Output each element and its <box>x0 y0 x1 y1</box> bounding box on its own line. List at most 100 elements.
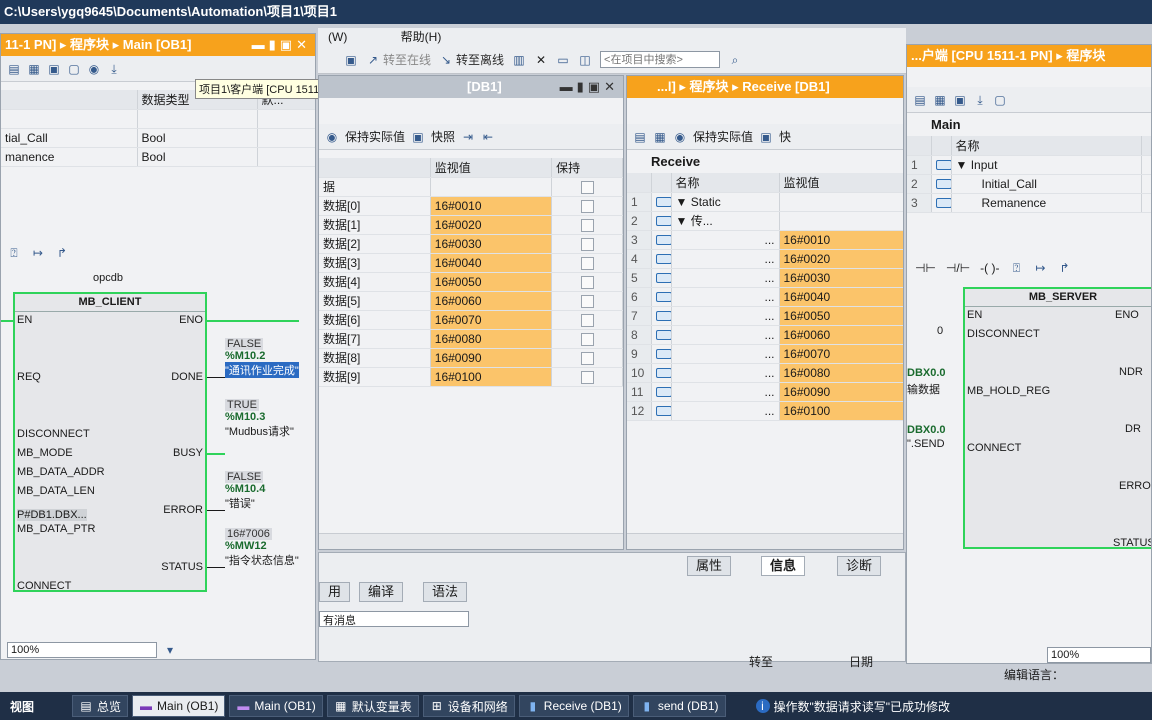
load-values-icon[interactable]: ⇤ <box>481 130 495 144</box>
table-row[interactable]: 2 Initial_Call <box>907 174 1151 194</box>
accessible-devices-icon[interactable]: ▥ <box>512 53 526 67</box>
table-row[interactable]: 1 ▼ Static <box>627 192 903 212</box>
task-receive-db1[interactable]: ▮ Receive (DB1) <box>518 695 629 717</box>
subtab-compile[interactable]: 编译 <box>359 582 404 602</box>
disconnect-value[interactable]: 0 <box>937 325 943 337</box>
retain-checkbox[interactable] <box>580 332 594 346</box>
snapshot-icon[interactable]: ▣ <box>411 130 425 144</box>
table-row[interactable]: 8... 16#0060 <box>627 325 903 345</box>
retain-checkbox[interactable] <box>580 237 594 251</box>
tab-diagnostics[interactable]: 诊断 <box>837 556 882 576</box>
add-row-icon[interactable]: ▦ <box>933 93 947 107</box>
table-row[interactable]: 11... 16#0090 <box>627 382 903 402</box>
subtab-syntax[interactable]: 语法 <box>423 582 468 602</box>
go-offline-button[interactable]: ↘ 转至离线 <box>439 51 504 68</box>
comment-icon[interactable]: ▢ <box>67 62 81 76</box>
table-row[interactable]: 12... 16#0100 <box>627 401 903 421</box>
table-row[interactable]: 数据[1] 16#0020 <box>319 215 623 235</box>
retain-checkbox[interactable] <box>580 275 594 289</box>
chevron-down-icon[interactable]: ▾ <box>163 643 177 657</box>
box-icon[interactable]: ⍰ <box>7 246 21 260</box>
tag-done[interactable]: FALSE %M10.2 "通讯作业完成" <box>225 338 299 378</box>
nc-contact-icon[interactable]: ⊣/⊢ <box>946 261 970 275</box>
table-row[interactable]: 3... 16#0010 <box>627 230 903 250</box>
monitor-all-icon[interactable]: ◉ <box>325 130 339 144</box>
comment-icon[interactable]: ▢ <box>993 93 1007 107</box>
snapshot-button[interactable]: 快照 <box>431 128 455 145</box>
menu-help[interactable]: 帮助(H) <box>401 30 442 44</box>
send-hscrollbar[interactable] <box>319 533 623 549</box>
tag-busy[interactable]: TRUE %M10.3 "Mudbus请求" <box>225 399 294 439</box>
retain-checkbox[interactable] <box>580 351 594 365</box>
table-row[interactable]: 数据[6] 16#0070 <box>319 310 623 330</box>
task-main-ob1[interactable]: ▬ Main (OB1) <box>229 695 323 717</box>
table-row[interactable]: 数据[7] 16#0080 <box>319 329 623 349</box>
table-row[interactable]: 6... 16#0040 <box>627 287 903 307</box>
table-row[interactable]: 数据[2] 16#0030 <box>319 234 623 254</box>
table-row[interactable]: 10... 16#0080 <box>627 363 903 383</box>
retain-checkbox[interactable] <box>580 294 594 308</box>
split-horizontal-icon[interactable]: ▭ <box>556 53 570 67</box>
send-window-controls[interactable]: ▬▮▣✕ <box>560 76 619 98</box>
table-row[interactable]: 数据[3] 16#0040 <box>319 253 623 273</box>
add-row-icon[interactable]: ▦ <box>27 62 41 76</box>
coil-icon[interactable]: -( )- <box>980 261 999 275</box>
table-row[interactable]: 数据[9] 16#0100 <box>319 367 623 387</box>
table-row[interactable]: 4... 16#0020 <box>627 249 903 269</box>
retain-checkbox[interactable] <box>580 218 594 232</box>
box-icon[interactable]: ⍰ <box>1009 261 1023 275</box>
tag-status[interactable]: 16#7006 %MW12 "指令状态信息" <box>225 528 299 568</box>
save-icon[interactable]: ▣ <box>344 53 358 67</box>
network-icon[interactable]: ▣ <box>953 93 967 107</box>
retain-checkbox[interactable] <box>580 256 594 270</box>
task-send-db1[interactable]: ▮ send (DB1) <box>632 695 726 717</box>
open-branch-icon[interactable]: ↦ <box>31 246 45 260</box>
task-devices-networks[interactable]: ⊞ 设备和网络 <box>422 695 515 717</box>
mb-server-block[interactable]: MB_SERVER EN DISCONNECT MB_HOLD_REG CONN… <box>963 287 1151 549</box>
close-x-icon[interactable]: ✕ <box>534 53 548 67</box>
right-zoom-select[interactable]: 100% <box>1047 647 1151 663</box>
copy-snapshot-icon[interactable]: ⇥ <box>461 130 475 144</box>
window-controls[interactable]: ▬▮▣✕ <box>252 34 311 56</box>
retain-checkbox[interactable] <box>580 370 594 384</box>
table-row[interactable]: 9... 16#0070 <box>627 344 903 364</box>
close-branch-icon[interactable]: ↱ <box>1057 261 1071 275</box>
add-row-icon[interactable]: ▦ <box>653 130 667 144</box>
receive-hscrollbar[interactable] <box>627 533 903 549</box>
insert-row-icon[interactable]: ▤ <box>633 130 647 144</box>
table-row[interactable]: 数据[8] 16#0090 <box>319 348 623 368</box>
monitor-all-icon[interactable]: ◉ <box>673 130 687 144</box>
split-vertical-icon[interactable]: ◫ <box>578 53 592 67</box>
snapshot-icon[interactable]: ▣ <box>759 130 773 144</box>
table-row[interactable]: 5... 16#0030 <box>627 268 903 288</box>
tab-info[interactable]: 信息 <box>761 556 806 576</box>
left-zoom-select[interactable]: 100% <box>7 642 157 658</box>
task-main-ob1-active[interactable]: ▬ Main (OB1) <box>132 695 226 717</box>
message-filter-select[interactable]: 有消息 <box>319 611 469 627</box>
table-row[interactable]: 数据[0] 16#0010 <box>319 196 623 216</box>
insert-row-icon[interactable]: ▤ <box>7 62 21 76</box>
project-search-input[interactable] <box>600 51 721 68</box>
download-icon[interactable]: ⤓ <box>107 62 121 76</box>
open-branch-icon[interactable]: ↦ <box>1033 261 1047 275</box>
receive-keep-actual-button[interactable]: 保持实际值 <box>693 128 753 145</box>
tag-error[interactable]: FALSE %M10.4 "错误" <box>225 471 265 511</box>
network-icon[interactable]: ▣ <box>47 62 61 76</box>
table-row[interactable]: 1 ▼ Input <box>907 155 1151 175</box>
retain-checkbox[interactable] <box>580 199 594 213</box>
subtab-general[interactable]: 用 <box>319 582 351 602</box>
retain-checkbox[interactable] <box>580 313 594 327</box>
close-branch-icon[interactable]: ↱ <box>55 246 69 260</box>
table-row[interactable]: 数据[5] 16#0060 <box>319 291 623 311</box>
monitor-icon[interactable]: ◉ <box>87 62 101 76</box>
retain-checkbox[interactable] <box>580 180 594 194</box>
task-default-tag-table[interactable]: ▦ 默认变量表 <box>326 695 419 717</box>
table-row[interactable]: manence Bool <box>1 147 315 167</box>
table-row[interactable]: 3 Remanence <box>907 193 1151 213</box>
no-contact-icon[interactable]: ⊣⊢ <box>915 261 936 275</box>
go-online-button[interactable]: ↗ 转至在线 <box>366 51 431 68</box>
task-overview[interactable]: ▤ 总览 <box>72 695 129 717</box>
table-row[interactable]: 7... 16#0050 <box>627 306 903 326</box>
insert-row-icon[interactable]: ▤ <box>913 93 927 107</box>
search-go-icon[interactable]: ⌕ <box>728 53 742 67</box>
